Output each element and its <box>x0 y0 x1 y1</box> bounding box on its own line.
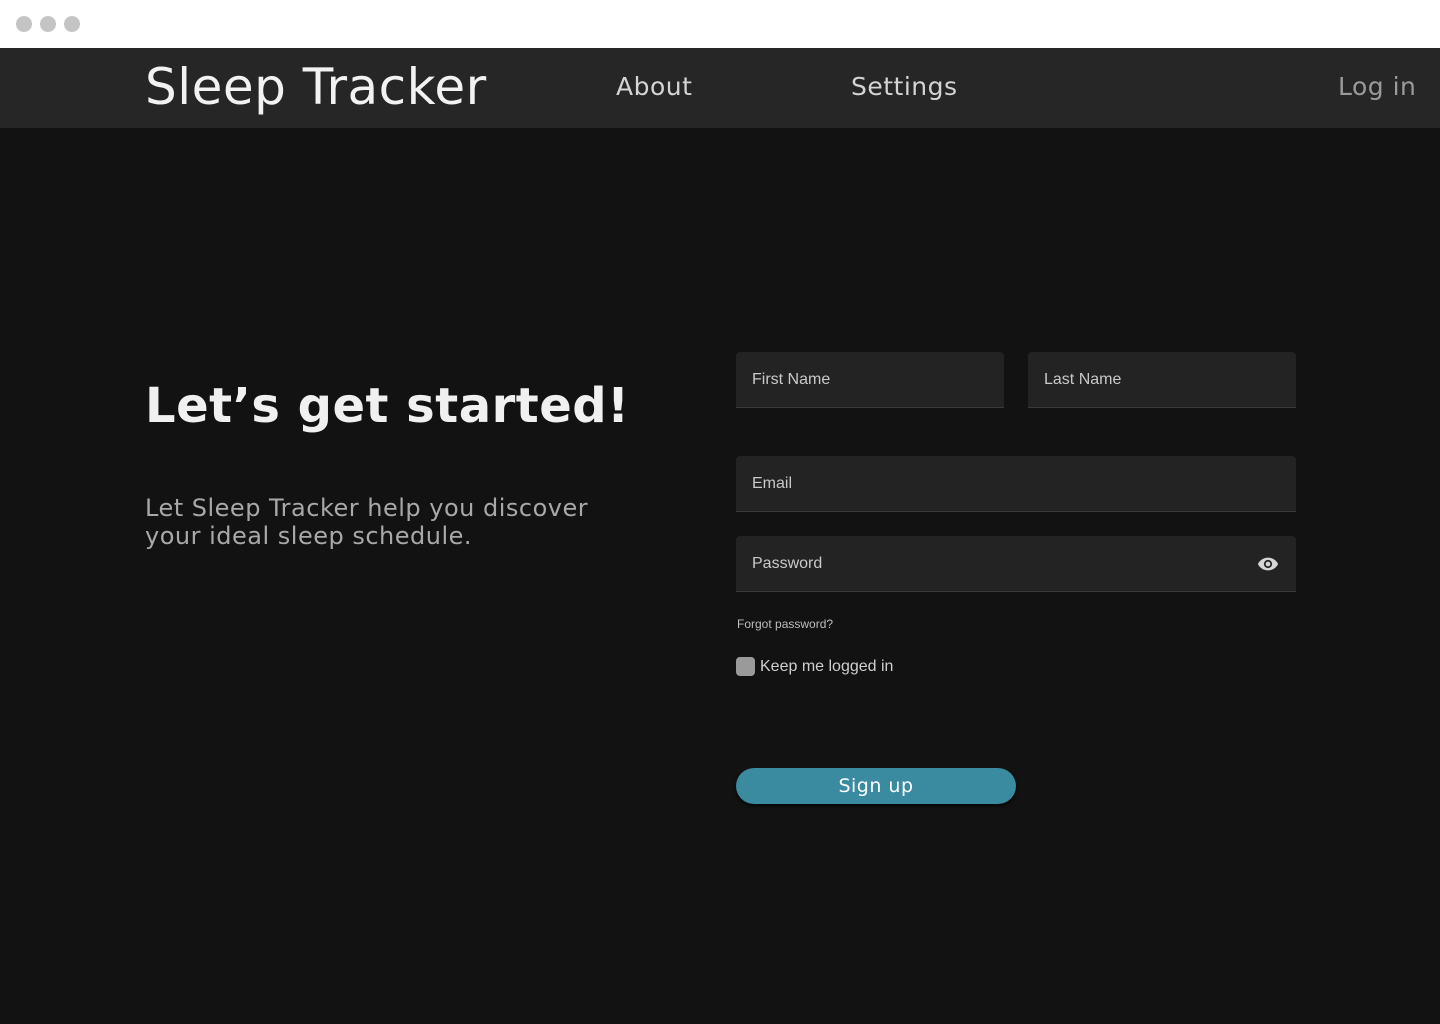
window-titlebar <box>0 0 1440 48</box>
top-navbar: Sleep Tracker About Settings Log in <box>0 48 1440 128</box>
forgot-password-link[interactable]: Forgot password? <box>737 616 833 632</box>
last-name-field[interactable]: Last Name <box>1028 352 1296 408</box>
eye-icon[interactable] <box>1257 553 1279 575</box>
nav-link-about[interactable]: About <box>616 72 692 102</box>
window-close-dot[interactable] <box>16 16 32 32</box>
keep-logged-in-label[interactable]: Keep me logged in <box>760 657 893 677</box>
page-title: Let’s get started! <box>145 378 630 434</box>
page-subtitle: Let Sleep Tracker help you discover your… <box>145 494 589 550</box>
sign-up-button[interactable]: Sign up <box>736 768 1016 804</box>
first-name-placeholder: First Name <box>752 371 831 388</box>
password-field[interactable]: Password <box>736 536 1296 592</box>
login-link[interactable]: Log in <box>1338 72 1416 102</box>
main-content: Let’s get started! Let Sleep Tracker hel… <box>0 128 1440 1024</box>
keep-logged-in-checkbox[interactable] <box>736 657 755 676</box>
email-placeholder: Email <box>752 475 793 492</box>
window-minimize-dot[interactable] <box>40 16 56 32</box>
email-field[interactable]: Email <box>736 456 1296 512</box>
window-maximize-dot[interactable] <box>64 16 80 32</box>
brand-logo-text[interactable]: Sleep Tracker <box>145 56 487 118</box>
password-placeholder: Password <box>752 555 823 572</box>
nav-link-settings[interactable]: Settings <box>851 72 958 102</box>
last-name-placeholder: Last Name <box>1044 371 1122 388</box>
first-name-field[interactable]: First Name <box>736 352 1004 408</box>
